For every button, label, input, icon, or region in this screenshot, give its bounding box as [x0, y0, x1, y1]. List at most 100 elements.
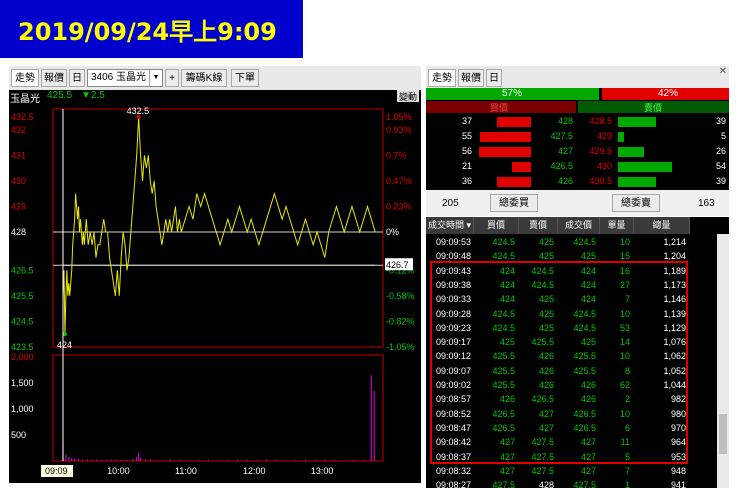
ask-volume: 5	[720, 131, 726, 141]
bid-price: 427	[557, 146, 573, 156]
panel-close-icon[interactable]: ✕	[717, 66, 729, 78]
ask-volume-bar	[618, 117, 657, 127]
x-tick-label: 10:00	[107, 466, 130, 476]
tab-day[interactable]: 日	[69, 69, 85, 87]
stock-select-value: 3406 玉晶光	[91, 72, 147, 83]
order-book-row: 36 426 430.5 39	[426, 174, 729, 189]
trade-cell: 425	[538, 251, 554, 262]
left-toolbar: 走勢 報價 日 3406 玉晶光 ▼ + 籌碼K線 下單	[9, 66, 421, 90]
high-label: 432.5	[127, 106, 150, 116]
bid-volume: 21	[461, 161, 472, 171]
trade-row[interactable]: 09:09:53 424.5 425 424.5 10 1,214	[426, 235, 696, 249]
pct-tick-label: 0.47%	[386, 176, 412, 186]
trade-cell: 09:08:27	[436, 480, 472, 488]
timestamp-banner: 2019/09/24早上9:09	[0, 0, 303, 58]
price-tick-label: 432	[11, 125, 26, 135]
bid-volume-bar	[497, 177, 531, 187]
trade-cell: 427.5	[531, 465, 554, 476]
ask-price: 430	[596, 161, 612, 171]
trades-column-header[interactable]: 買價	[474, 217, 519, 234]
scrollbar-thumb[interactable]	[719, 414, 727, 454]
order-book-row: 56 427 429.5 26	[426, 144, 729, 159]
chevron-down-icon[interactable]: ▼	[149, 70, 162, 86]
tab-quote-right[interactable]: 報價	[458, 69, 484, 87]
stock-select[interactable]: 3406 玉晶光 ▼	[87, 69, 163, 87]
ask-volume: 39	[715, 176, 726, 186]
trade-cell: 428	[538, 480, 554, 488]
ask-label: 賣價	[644, 103, 663, 113]
bid-volume-bar	[478, 147, 531, 157]
bid-volume-bar	[497, 117, 531, 127]
ask-volume: 26	[715, 146, 726, 156]
total-ask-button[interactable]: 總委賣	[612, 194, 660, 212]
order-book-row: 55 427.5 429 5	[426, 129, 729, 144]
low-label: 424	[57, 340, 72, 350]
x-tick-label: 12:00	[243, 466, 266, 476]
tab-quote[interactable]: 報價	[41, 69, 67, 87]
price-tick-label: 425.5	[11, 291, 34, 301]
trade-cell: 10	[619, 237, 630, 247]
trade-cell: 09:09:48	[436, 251, 472, 262]
low-marker	[62, 332, 67, 337]
mode-button[interactable]: 變動	[396, 90, 419, 102]
tab-day-right[interactable]: 日	[486, 69, 502, 87]
sell-pct: 42%	[658, 88, 679, 99]
trade-cell: 1	[624, 480, 630, 488]
scrollbar[interactable]	[717, 234, 729, 488]
trades-column-header[interactable]: 賣價	[519, 217, 558, 234]
trade-cell: 7	[624, 465, 630, 476]
order-book: 37 428 428.5 39 55 427.5 429 5 56 427 429.5 26 21 426…	[426, 114, 729, 190]
trade-row[interactable]: 09:08:32 427 427.5 427 7 948	[426, 464, 696, 478]
stock-info-bar: 玉晶光 425.5 ▼2.5 變動	[9, 90, 421, 105]
ask-volume-bar	[618, 162, 673, 172]
price-tick-label: 423.5	[11, 342, 34, 352]
bid-volume: 56	[461, 146, 472, 156]
price-tick-label: 431	[11, 150, 26, 160]
volume-tick-label: 2,000	[11, 352, 34, 362]
buy-pct: 57%	[502, 88, 523, 99]
stock-price: 425.5	[47, 90, 73, 101]
trades-column-header[interactable]: 總量	[634, 217, 690, 234]
bid-price: 426.5	[550, 161, 573, 171]
pct-tick-label: -1.05%	[386, 342, 415, 352]
pct-tick-label: -0.82%	[386, 316, 415, 326]
intraday-chart: 432.5 432 431 430 429 428 426.5 425.5 424.5 423.5…	[9, 103, 421, 483]
pct-tick-label: 0.23%	[386, 201, 412, 211]
total-bid-button[interactable]: 總委買	[490, 194, 538, 212]
pct-tick-label: 0.7%	[386, 150, 407, 160]
bid-total: 205	[442, 198, 459, 209]
bid-price: 426	[557, 176, 573, 186]
stock-change: ▼2.5	[81, 90, 105, 101]
tab-trend[interactable]: 走勢	[11, 69, 39, 87]
trade-cell: 424.5	[492, 251, 515, 262]
ask-total: 163	[698, 198, 715, 209]
price-tick-label: 428	[11, 227, 26, 237]
pct-tick-label: 0.93%	[386, 125, 412, 135]
bid-price: 427.5	[550, 131, 573, 141]
bid-ask-labels: 買價 賣價	[426, 100, 729, 114]
trade-cell: 09:09:53	[436, 237, 472, 247]
bid-volume: 55	[461, 131, 472, 141]
pct-tick-label: 1.05%	[386, 112, 412, 122]
add-button[interactable]: +	[165, 69, 179, 87]
bid-volume: 37	[461, 116, 472, 126]
ask-price: 428.5	[589, 116, 612, 126]
trades-column-header[interactable]: 成交時間 ▾	[426, 217, 474, 234]
chip-kline-button[interactable]: 籌碼K線	[181, 69, 227, 87]
bid-volume-bar	[480, 132, 531, 142]
trades-column-header[interactable]: 單量	[600, 217, 634, 234]
volume-tick-label: 500	[11, 430, 26, 440]
price-tick-label: 429	[11, 201, 26, 211]
trade-cell: 941	[670, 480, 686, 488]
bid-volume: 36	[461, 176, 472, 186]
trade-cell: 427.5	[573, 480, 596, 488]
ask-price: 430.5	[589, 176, 612, 186]
trade-cell: 427.5	[492, 480, 515, 488]
order-button[interactable]: 下單	[231, 69, 259, 87]
trade-row[interactable]: 09:08:27 427.5 428 427.5 1 941	[426, 478, 696, 488]
trades-column-header[interactable]: 成交價	[558, 217, 600, 234]
totals-bar: 205 總委買 總委賣 163	[426, 190, 729, 216]
ask-volume-bar	[618, 177, 657, 187]
tab-trend-right[interactable]: 走勢	[428, 69, 456, 87]
price-tick-label: 426.5	[11, 265, 34, 275]
